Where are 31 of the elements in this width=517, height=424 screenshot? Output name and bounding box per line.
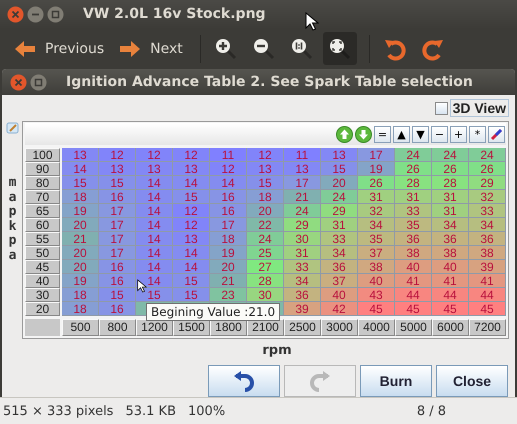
- column-header: 500: [62, 319, 99, 336]
- column-header: 3000: [321, 319, 358, 336]
- row-header: 100: [25, 148, 60, 162]
- column-header: 7200: [469, 319, 506, 336]
- column-header: 2100: [247, 319, 284, 336]
- row-header: 30: [25, 288, 60, 302]
- row-header: 65: [25, 204, 60, 218]
- row-header: 80: [25, 176, 60, 190]
- row-header: 70: [25, 190, 60, 204]
- column-header: 1200: [136, 319, 173, 336]
- tooltip: Begining Value :21.0: [146, 303, 280, 321]
- row-header: 60: [25, 218, 60, 232]
- row-header: 45: [25, 260, 60, 274]
- row-header: 50: [25, 246, 60, 260]
- column-header: 2500: [284, 319, 321, 336]
- window-title: VW 2.0L 16v Stock.png: [83, 6, 266, 22]
- dialog-title: Ignition Advance Table 2. See Spark Table selection: [66, 74, 473, 90]
- image-size: 515 × 333 pixels: [3, 404, 114, 418]
- row-header: 55: [25, 232, 60, 246]
- file-size: 53.1 KB: [125, 404, 176, 418]
- column-header: 4000: [358, 319, 395, 336]
- column-header: 5000: [395, 319, 432, 336]
- zoom-level: 100%: [188, 404, 226, 418]
- row-header: 20: [25, 302, 60, 316]
- axis-label: rpm: [262, 343, 292, 358]
- column-header: 6000: [432, 319, 469, 336]
- column-header: 800: [99, 319, 136, 336]
- row-header: 90: [25, 162, 60, 176]
- row-header: 40: [25, 274, 60, 288]
- axis-label: map kpa: [8, 176, 18, 264]
- image-position: 8 / 8: [416, 404, 446, 418]
